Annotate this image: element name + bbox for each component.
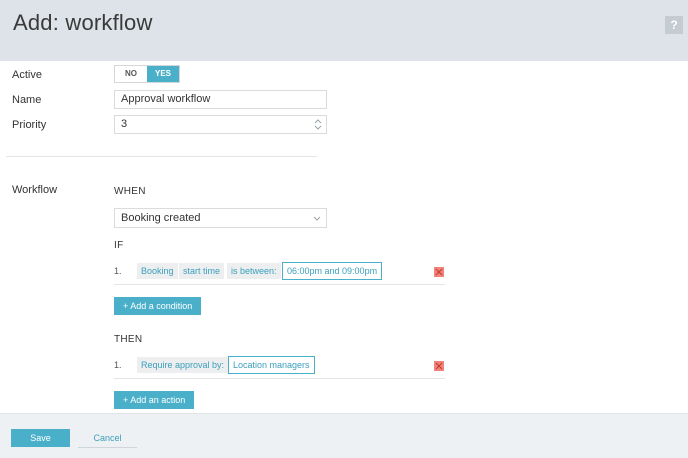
priority-label: Priority bbox=[12, 119, 47, 131]
chevron-down-icon bbox=[313, 216, 321, 221]
condition-field-tag[interactable]: start time bbox=[179, 263, 225, 279]
stepper-arrows-icon[interactable] bbox=[314, 118, 322, 131]
action-value-tag[interactable]: Location managers bbox=[228, 356, 315, 374]
help-button[interactable]: ? bbox=[665, 16, 683, 34]
page-title: Add: workflow bbox=[13, 10, 153, 35]
delete-condition-button[interactable] bbox=[434, 267, 444, 277]
name-field-value: Approval workflow bbox=[121, 93, 211, 105]
condition-subject-tag[interactable]: Booking bbox=[137, 263, 178, 279]
when-title: WHEN bbox=[114, 186, 146, 197]
action-number: 1. bbox=[114, 360, 122, 370]
toggle-yes-option[interactable]: YES bbox=[147, 66, 179, 82]
then-title: THEN bbox=[114, 334, 143, 345]
trigger-select-value: Booking created bbox=[121, 212, 201, 224]
condition-number: 1. bbox=[114, 266, 122, 276]
priority-stepper[interactable]: 3 bbox=[114, 115, 327, 134]
add-condition-button[interactable]: + Add a condition bbox=[114, 297, 202, 315]
active-label: Active bbox=[12, 69, 42, 81]
save-button[interactable]: Save bbox=[11, 429, 70, 447]
priority-value: 3 bbox=[121, 118, 128, 130]
condition-operator-tag[interactable]: is between: bbox=[227, 263, 281, 279]
condition-value-tag[interactable]: 06:00pm and 09:00pm bbox=[282, 262, 383, 280]
action-type-tag[interactable]: Require approval by: bbox=[137, 357, 229, 373]
active-toggle[interactable]: NO YES bbox=[114, 65, 180, 83]
section-divider bbox=[6, 156, 317, 157]
toggle-no-option[interactable]: NO bbox=[115, 66, 147, 82]
workflow-label: Workflow bbox=[12, 184, 58, 196]
add-action-button[interactable]: + Add an action bbox=[114, 391, 195, 409]
condition-row-divider bbox=[114, 284, 445, 285]
close-icon bbox=[435, 362, 443, 370]
name-label: Name bbox=[12, 94, 42, 106]
form-footer: Save Cancel bbox=[0, 413, 688, 458]
action-row-divider bbox=[114, 378, 445, 379]
delete-action-button[interactable] bbox=[434, 361, 444, 371]
cancel-button[interactable]: Cancel bbox=[78, 429, 137, 448]
name-field[interactable]: Approval workflow bbox=[114, 90, 327, 109]
close-icon bbox=[435, 268, 443, 276]
page-header: Add: workflow ? bbox=[0, 0, 688, 61]
trigger-select[interactable]: Booking created bbox=[114, 208, 327, 228]
if-title: IF bbox=[114, 240, 124, 251]
